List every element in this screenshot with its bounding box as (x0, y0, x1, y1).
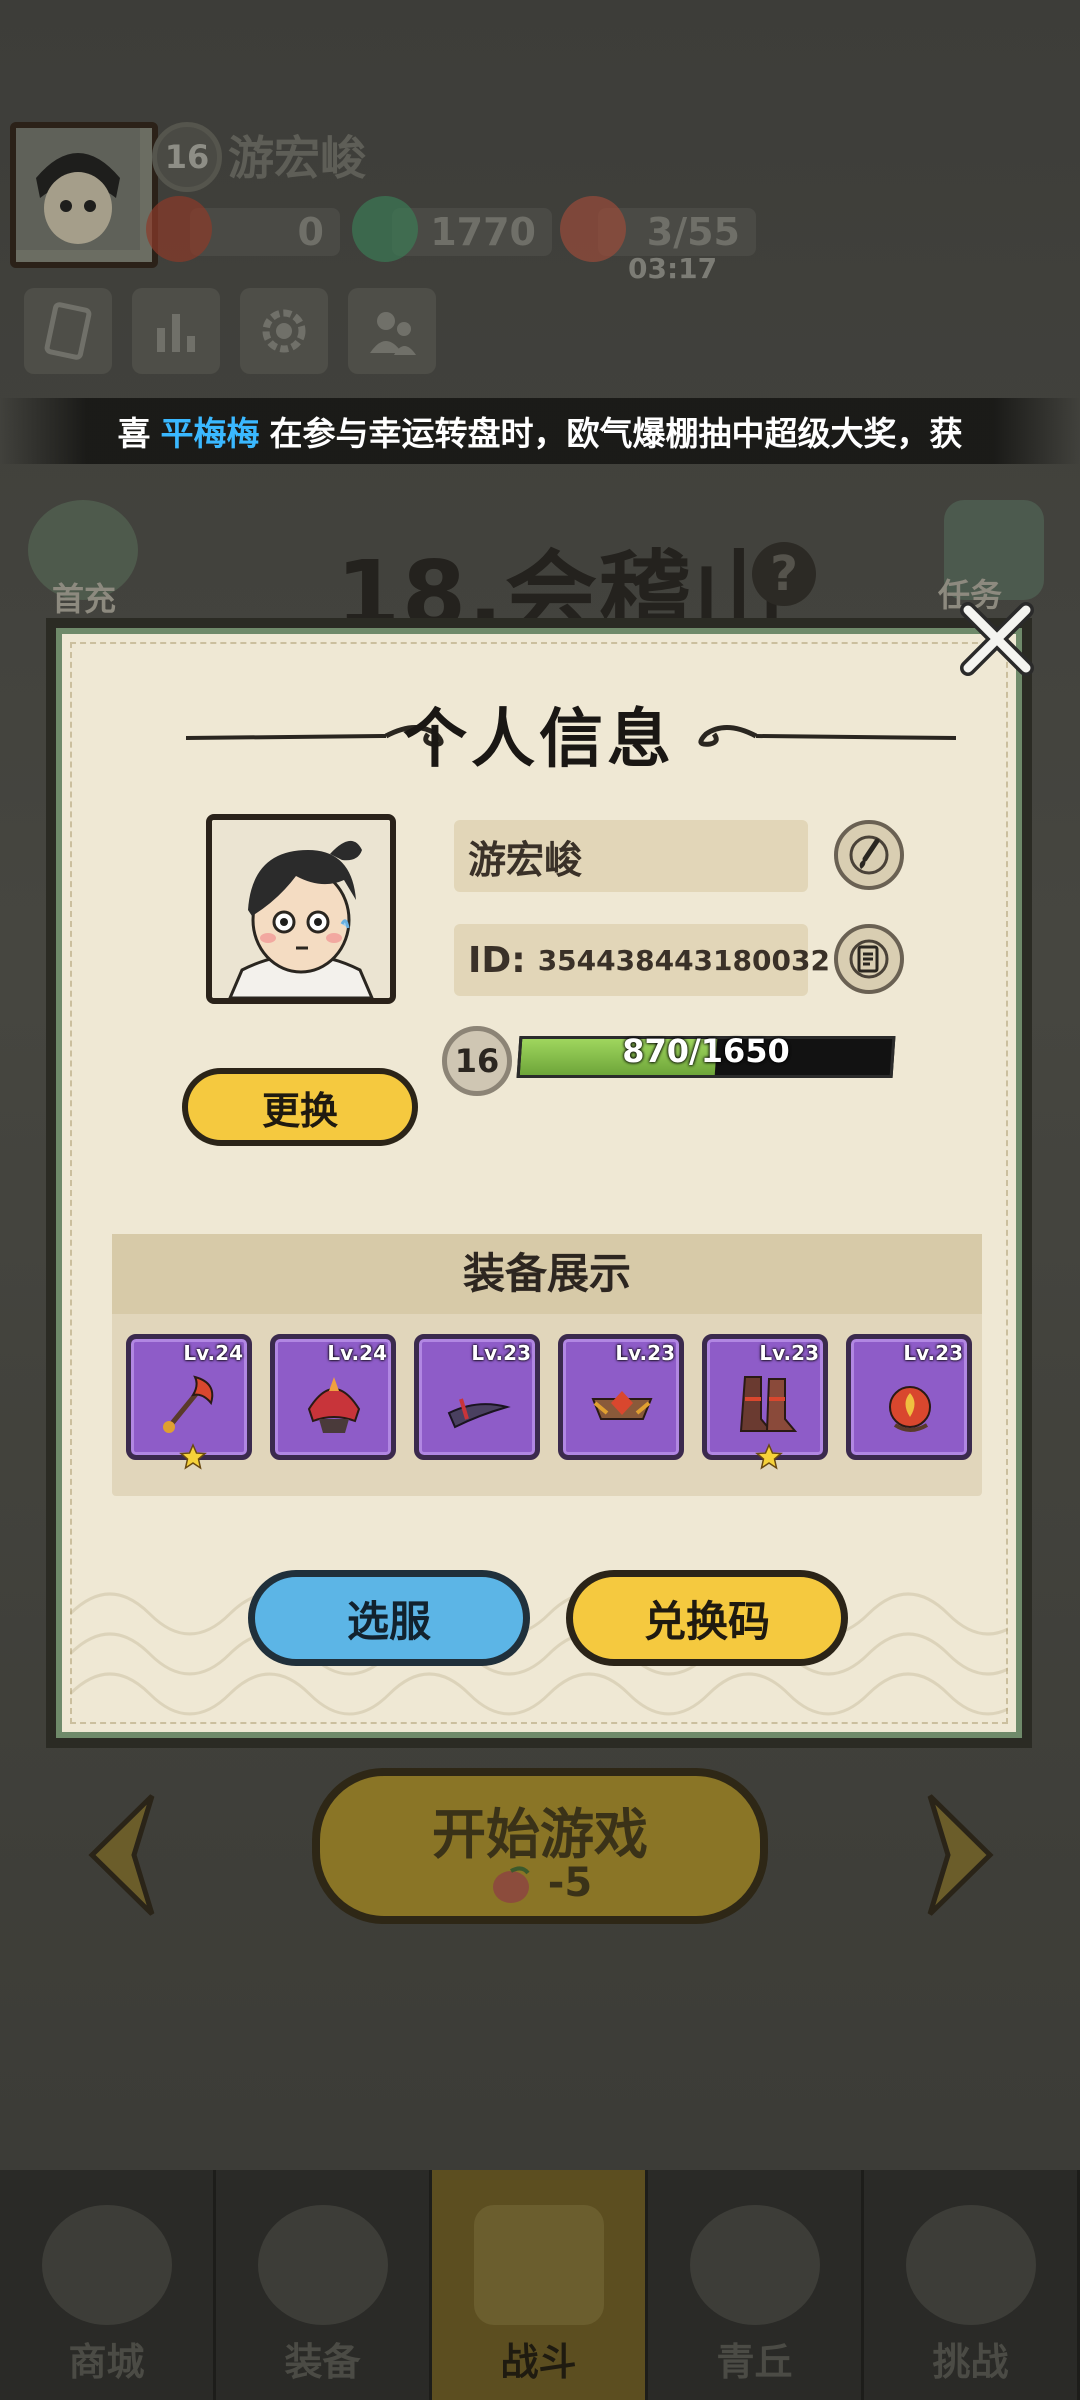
title-ornament-right (698, 725, 956, 747)
player-name-value: 游宏峻 (468, 837, 583, 882)
equipment-level: Lv.23 (471, 1341, 531, 1365)
equipment-slot[interactable]: Lv.24 (270, 1334, 396, 1460)
equipment-slot[interactable]: Lv.24 (126, 1334, 252, 1470)
nav-tab-qingqiu[interactable]: 青丘 (648, 2170, 864, 2400)
ticker-player-name: 平梅梅 (160, 414, 260, 453)
equipment-slot[interactable]: Lv.23 (846, 1334, 972, 1460)
equipment-level: Lv.23 (903, 1341, 963, 1365)
bar-chart-icon (157, 314, 195, 352)
gear-icon (262, 309, 306, 353)
select-server-button[interactable]: 选服 (248, 1570, 530, 1666)
mountain-icon (689, 2205, 820, 2325)
nav-tab-qingqiu-label: 青丘 (716, 2340, 793, 2384)
announcement-ticker: 喜 平梅梅 在参与幸运转盘时，欧气爆棚抽中超级大奖，获 (0, 398, 1080, 464)
redeem-code-button[interactable]: 兑换码 (566, 1570, 848, 1666)
equipment-showcase: 装备展示 Lv.24 Lv.24 Lv.23 Lv.23 Lv.23 Lv.23 (112, 1234, 982, 1496)
next-stage-arrow-icon[interactable] (920, 1790, 1000, 1920)
player-id-prefix: ID: (468, 939, 526, 981)
equipment-slot[interactable]: Lv.23 (702, 1334, 828, 1470)
close-icon[interactable] (954, 596, 1040, 682)
star-icon (179, 1443, 207, 1470)
nav-tab-battle[interactable]: 战斗 (432, 2170, 648, 2400)
jade-dragon-icon[interactable] (352, 196, 418, 262)
ticket-button[interactable] (24, 288, 112, 374)
start-game-cost: -5 (320, 1860, 760, 1906)
ticker-prefix: 喜 (117, 414, 151, 453)
profile-avatar[interactable] (206, 814, 396, 1004)
start-cost-value: -5 (547, 1860, 593, 1906)
crossed-swords-icon (473, 2205, 604, 2325)
equipment-level: Lv.23 (615, 1341, 675, 1365)
rename-button[interactable] (834, 820, 904, 890)
peach-stamina-icon[interactable] (560, 196, 626, 262)
nav-tab-shop[interactable]: 商城 (0, 2170, 216, 2400)
nav-tab-challenge-label: 挑战 (932, 2340, 1009, 2384)
challenge-orb-icon (905, 2205, 1036, 2325)
xp-progress-text: 870/1650 (622, 1032, 790, 1070)
copy-document-icon (849, 939, 889, 979)
flame-weapon-icon (163, 1375, 214, 1433)
resource-a-counter: 0 (190, 208, 340, 256)
bottom-navigation: 商城 装备 战斗 青丘 挑战 (0, 2170, 1080, 2400)
equipment-showcase-title: 装备展示 (112, 1234, 982, 1314)
nav-tab-challenge[interactable]: 挑战 (864, 2170, 1080, 2400)
friends-icon (370, 312, 416, 355)
equipment-level: Lv.24 (327, 1341, 387, 1365)
character-portrait-icon (212, 820, 390, 998)
start-game-label: 开始游戏 (432, 1803, 648, 1866)
player-id-value: 354438443180032 (537, 943, 830, 977)
hud-player-name: 游宏峻 (228, 131, 366, 185)
nav-tab-equipment-label: 装备 (284, 2340, 361, 2384)
equipment-slot[interactable]: Lv.23 (558, 1334, 684, 1460)
first-recharge-label: 首充 (52, 580, 117, 618)
copy-id-button[interactable] (834, 924, 904, 994)
armor-belt-icon (591, 1391, 653, 1420)
flame-orb-icon (889, 1386, 931, 1432)
hud-level-badge: 16 (152, 122, 222, 192)
player-name-field: 游宏峻 (454, 820, 808, 892)
brush-edit-icon (849, 835, 889, 875)
boots-icon (739, 1376, 798, 1432)
armor-icon (257, 2205, 388, 2325)
ticket-icon (44, 302, 92, 360)
nav-tab-equipment[interactable]: 装备 (216, 2170, 432, 2400)
nav-tab-shop-label: 商城 (68, 2340, 145, 2384)
profile-dialog: 个人信息 更换 游宏峻 ID: 354438443180032 16 870/1… (46, 618, 1032, 1748)
shop-icon (41, 2205, 172, 2325)
equipment-list: Lv.24 Lv.24 Lv.23 Lv.23 Lv.23 Lv.23 (126, 1334, 972, 1470)
equipment-level: Lv.23 (759, 1341, 819, 1365)
start-game-button[interactable]: 开始游戏 -5 (312, 1768, 768, 1924)
player-id-field: ID: 354438443180032 (454, 924, 830, 996)
dark-blade-icon (447, 1398, 511, 1429)
peach-icon (492, 1866, 530, 1903)
wave-pattern-decoration (70, 1592, 1008, 1716)
hud-avatar[interactable] (10, 122, 158, 268)
previous-stage-arrow-icon[interactable] (82, 1790, 162, 1920)
nav-tab-battle-label: 战斗 (500, 2340, 577, 2384)
stamina-timer: 03:17 (628, 252, 718, 285)
help-icon[interactable]: ? (752, 542, 816, 606)
profile-level-badge: 16 (442, 1026, 512, 1096)
equipment-level: Lv.24 (183, 1341, 243, 1365)
ranking-button[interactable] (132, 288, 220, 374)
ticker-message: 在参与幸运转盘时，欧气爆棚抽中超级大奖，获 (269, 414, 963, 453)
change-avatar-button[interactable]: 更换 (182, 1068, 418, 1146)
equipment-slot[interactable]: Lv.23 (414, 1334, 540, 1460)
dialog-inner-border (70, 642, 1008, 1724)
gift-resource-icon[interactable] (146, 196, 212, 262)
settings-button[interactable] (240, 288, 328, 374)
friends-button[interactable] (348, 288, 436, 374)
hud-avatar-icon (16, 128, 140, 250)
star-icon (755, 1443, 783, 1470)
helmet-icon (307, 1377, 361, 1433)
